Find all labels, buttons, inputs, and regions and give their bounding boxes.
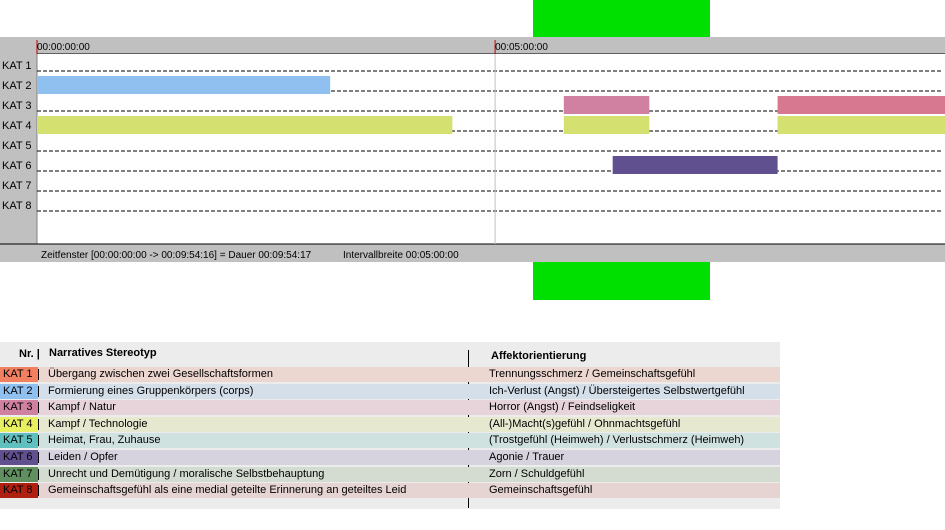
legend-row: KAT 4 Kampf / Technologie (All-)Macht(s)ge… [0,416,780,432]
legend-separator [38,402,39,414]
legend-separator [38,369,39,380]
legend-category-swatch: KAT 5 [0,433,38,449]
legend-row: KAT 1 Übergang zwischen zwei Gesellschaft… [0,367,780,382]
row-label: KAT 5 [2,140,32,152]
legend-category-swatch: KAT 6 [0,450,38,465]
legend-header-stereotype: Narratives Stereotyp [49,347,157,359]
legend-header-affect: Affektorientierung [491,350,587,362]
timeline-segment [612,156,778,174]
legend-separator [38,385,39,397]
row-label: KAT 7 [2,180,32,192]
legend-affect: Zorn / Schuldgefühl [489,467,585,480]
time-ruler [37,40,945,54]
tick-label: 00:00:00:00 [37,42,90,53]
legend-stereotype: Übergang zwischen zwei Gesellschaftsform… [48,368,273,380]
legend-category-swatch: KAT 7 [0,466,38,482]
legend-separator [38,468,39,480]
legend-row-background [0,400,780,416]
legend-row: KAT 6 Leiden / Opfer Agonie / Trauer [0,450,780,465]
legend-row: KAT 3 Kampf / Natur Horror (Angst) / Feind… [0,400,780,416]
timeline-segment [777,96,945,114]
row-label: KAT 2 [2,80,32,92]
legend-stereotype: Kampf / Technologie [48,417,148,430]
legend-affect: (Trostgefühl (Heimweh) / Verlustschmerz … [489,434,745,447]
highlight-window-top [533,0,710,37]
legend-category-swatch: KAT 4 [0,416,38,432]
legend-category-swatch: KAT 3 [0,400,38,416]
legend-separator [38,418,39,430]
legend-affect: Gemeinschaftsgefühl [489,484,593,497]
legend-affect: (All-)Macht(s)gefühl / Ohnmachtsgefühl [489,417,681,430]
row-label: KAT 8 [2,200,32,212]
legend-header-nr: Nr. | [19,348,40,360]
tick-label: 00:05:00:00 [495,42,548,53]
legend-stereotype: Formierung eines Gruppenkörpers (corps) [48,384,254,397]
legend-row: KAT 5 Heimat, Frau, Zuhause (Trostgefühl (… [0,433,780,449]
row-label: KAT 1 [2,60,32,72]
legend-affect: Trennungsschmerz / Gemeinschaftsgefühl [489,368,696,380]
legend-row: KAT 8 Gemeinschaftsgefühl als eine medial… [0,483,780,499]
legend-separator [38,485,39,497]
legend-category-swatch: KAT 1 [0,367,38,382]
timeline-segment [37,116,453,134]
row-label: KAT 6 [2,160,32,172]
footer-window-text: Zeitfenster [00:00:00:00 -> 00:09:54:16]… [41,250,312,261]
legend-affect: Ich-Verlust (Angst) / Übersteigertes Sel… [489,384,745,397]
timeline-segment [37,76,331,94]
legend-category-swatch: KAT 8 [0,483,38,499]
legend-separator [38,452,39,463]
legend-stereotype: Leiden / Opfer [48,451,118,463]
legend-separator [38,435,39,447]
legend-row: KAT 2 Formierung eines Gruppenkörpers (co… [0,383,780,399]
footer-interval-text: Intervallbreite 00:05:00:00 [343,250,459,261]
timeline-chart[interactable]: KAT 1 KAT 2 KAT 3 KAT 4 KAT 5 KAT 6 KAT 7 KAT 8… [0,37,945,262]
legend-category-swatch: KAT 2 [0,383,38,399]
timeline-segment [563,96,650,114]
row-label: KAT 4 [2,120,32,132]
row-label: KAT 3 [2,100,32,112]
legend-row: KAT 7 Unrecht und Demütigung / moralische… [0,466,780,482]
legend-affect: Agonie / Trauer [489,451,565,463]
legend-stereotype: Unrecht und Demütigung / moralische Selb… [48,467,325,480]
timeline-segment [563,116,650,134]
legend-affect: Horror (Angst) / Feindseligkeit [489,401,636,414]
legend-stereotype: Heimat, Frau, Zuhause [48,434,161,447]
category-legend: Nr. | Narratives Stereotyp Affektorienti… [0,342,780,509]
legend-stereotype: Kampf / Natur [48,401,116,414]
timeline-svg: KAT 1 KAT 2 KAT 3 KAT 4 KAT 5 KAT 6 KAT 7 KAT 8… [0,40,945,261]
timeline-segment [777,116,945,134]
highlight-window-bottom [533,262,710,300]
legend-stereotype: Gemeinschaftsgefühl als eine medial gete… [48,484,407,497]
